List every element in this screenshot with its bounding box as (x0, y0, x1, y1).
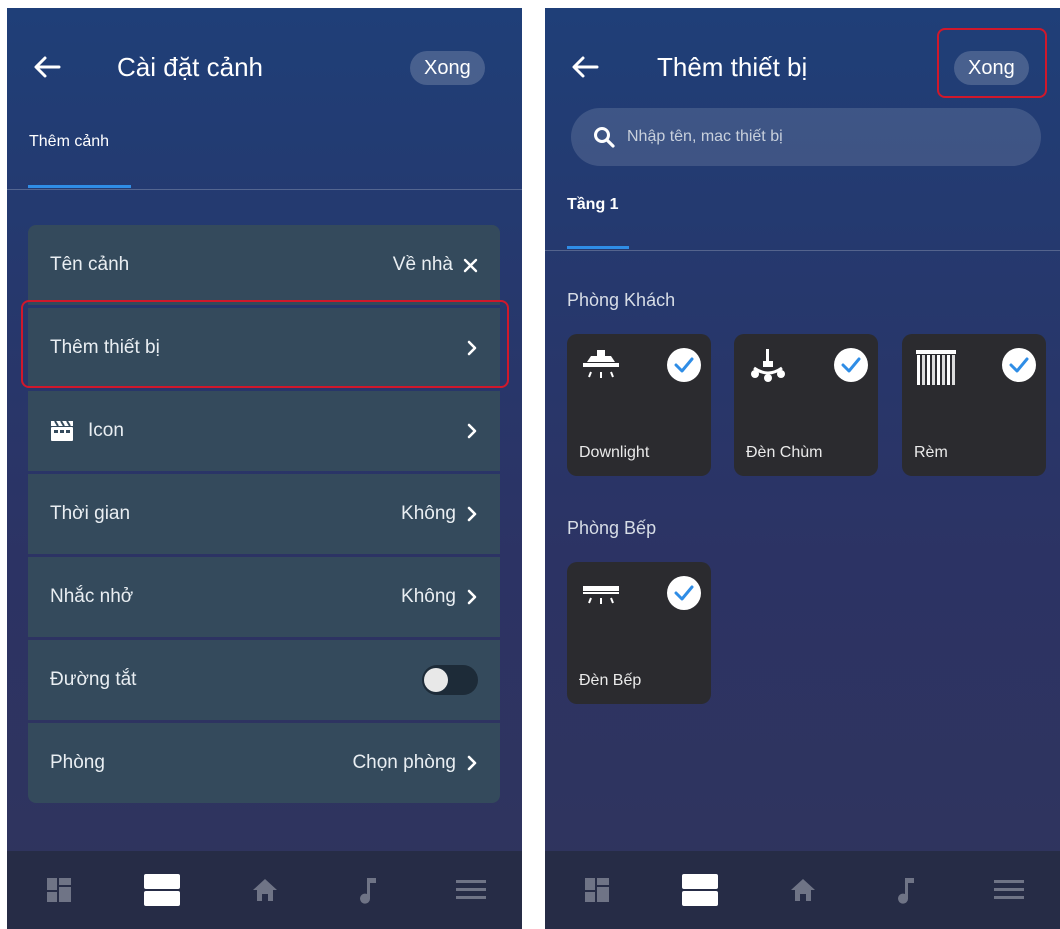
header: Cài đặt cảnh Xong (7, 8, 522, 118)
tab-underline (567, 246, 629, 249)
nav-dashboard[interactable] (35, 866, 83, 914)
toggle-knob (424, 668, 448, 692)
highlight-box (21, 300, 509, 388)
device-label: Rèm (914, 444, 948, 461)
chevron-right-icon (467, 423, 477, 439)
row-value: Không (401, 586, 456, 607)
checkmark-icon[interactable] (1002, 348, 1036, 382)
tab-floor-1[interactable]: Tầng 1 (567, 196, 619, 214)
done-button[interactable]: Xong (410, 51, 485, 85)
divider (545, 250, 1060, 251)
device-label: Đèn Bếp (579, 672, 642, 689)
music-icon (897, 878, 914, 904)
search-box[interactable] (571, 108, 1041, 166)
add-device-screen: Thêm thiết bị Xong Tầng 1 Phòng Khách Do… (545, 8, 1060, 929)
menu-icon (455, 880, 486, 899)
row-label: Đường tắt (50, 669, 137, 690)
nav-scenes[interactable] (138, 866, 186, 914)
nav-scenes[interactable] (676, 866, 724, 914)
row-label: Phòng (50, 752, 105, 773)
clapperboard-icon (51, 420, 73, 441)
device-card-curtain[interactable]: Rèm (902, 334, 1046, 476)
shortcut-row: Đường tắt (28, 640, 500, 720)
nav-menu[interactable] (447, 866, 495, 914)
clear-icon[interactable] (463, 258, 478, 273)
page-title: Thêm thiết bị (657, 52, 808, 82)
divider (7, 189, 522, 190)
dashboard-icon (584, 878, 609, 902)
room-title: Phòng Bếp (567, 518, 657, 538)
menu-icon (993, 880, 1024, 899)
row-value: Không (401, 503, 456, 524)
back-arrow-icon[interactable] (569, 52, 601, 82)
bottom-nav (545, 851, 1060, 929)
row-value: Về nhà (392, 254, 453, 275)
device-card-chandelier[interactable]: Đèn Chùm (734, 334, 878, 476)
row-label: Nhắc nhở (50, 586, 134, 607)
room-row[interactable]: Phòng Chọn phòng (28, 723, 500, 803)
checkmark-icon[interactable] (834, 348, 868, 382)
nav-menu[interactable] (985, 866, 1033, 914)
highlight-box (937, 28, 1047, 98)
scene-settings-screen: Cài đặt cảnh Xong Thêm cảnh Tên cảnh Về … (7, 8, 522, 929)
home-icon (252, 879, 277, 901)
nav-dashboard[interactable] (573, 866, 621, 914)
device-card-downlight[interactable]: Downlight (567, 334, 711, 476)
page-title: Cài đặt cảnh (117, 52, 263, 82)
back-arrow-icon[interactable] (31, 52, 63, 82)
device-label: Downlight (579, 444, 650, 461)
row-value: Chọn phòng (352, 752, 456, 773)
row-label: Thời gian (50, 503, 131, 524)
curtain-icon (916, 350, 956, 385)
tab-underline (28, 185, 131, 188)
device-card-kitchen-light[interactable]: Đèn Bếp (567, 562, 711, 704)
chevron-right-icon (467, 589, 477, 605)
nav-home[interactable] (779, 866, 827, 914)
kitchen-light-icon (583, 586, 619, 604)
chevron-right-icon (467, 506, 477, 522)
bottom-nav (7, 851, 522, 929)
icon-row[interactable]: Icon (28, 391, 500, 471)
reminder-row[interactable]: Nhắc nhở Không (28, 557, 500, 637)
downlight-icon (583, 350, 619, 378)
nav-music[interactable] (882, 866, 930, 914)
nav-home[interactable] (241, 866, 289, 914)
tab-add-scene[interactable]: Thêm cảnh (29, 133, 109, 151)
checkmark-icon[interactable] (667, 348, 701, 382)
scenes-icon (681, 874, 718, 906)
chandelier-icon (751, 349, 785, 382)
scenes-icon (143, 874, 180, 906)
search-input[interactable] (627, 128, 1007, 146)
search-icon (594, 127, 615, 148)
time-row[interactable]: Thời gian Không (28, 474, 500, 554)
checkmark-icon[interactable] (667, 576, 701, 610)
room-title: Phòng Khách (567, 290, 676, 310)
device-label: Đèn Chùm (746, 444, 823, 461)
home-icon (790, 879, 815, 901)
shortcut-toggle[interactable] (422, 665, 478, 695)
row-label: Icon (88, 420, 124, 441)
nav-music[interactable] (344, 866, 392, 914)
row-label: Tên cảnh (50, 254, 130, 275)
music-icon (359, 878, 376, 904)
scene-name-row[interactable]: Tên cảnh Về nhà (28, 225, 500, 305)
dashboard-icon (46, 878, 71, 902)
chevron-right-icon (467, 755, 477, 771)
